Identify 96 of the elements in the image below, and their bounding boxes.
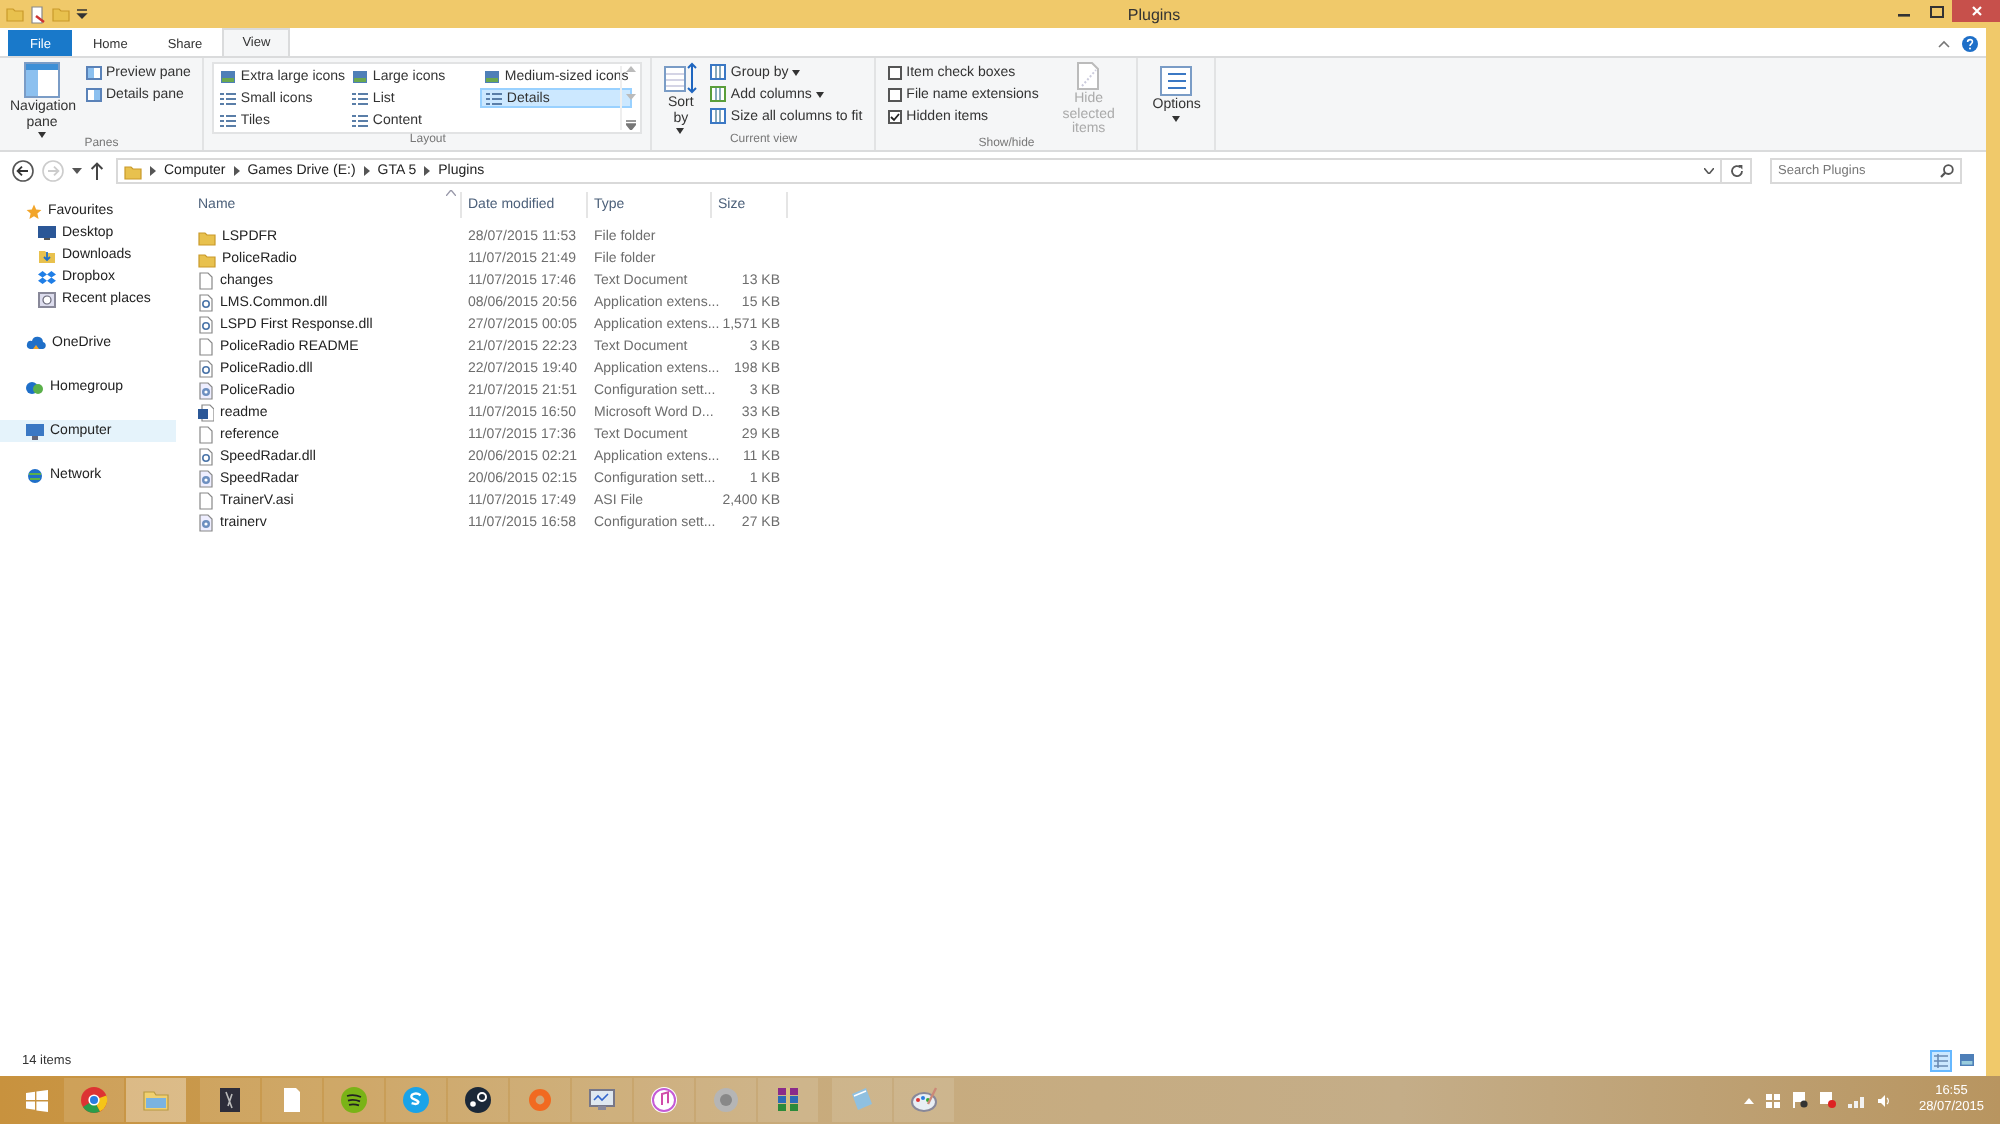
gear-document-icon: [198, 360, 214, 378]
windows-logo-icon: [25, 1089, 47, 1111]
caret-icon: [38, 132, 46, 139]
homegroup-icon: [26, 379, 44, 395]
close-icon: [1971, 6, 1981, 16]
music-note-icon: [650, 1086, 678, 1114]
taskbar-button[interactable]: [758, 1078, 818, 1122]
settings-file-icon: [198, 514, 214, 532]
search-icon: [1940, 164, 1954, 178]
details-view-icon: [1934, 1053, 1948, 1067]
downloads-folder-icon: [38, 247, 56, 263]
checkbox[interactable]: [888, 109, 903, 123]
window-title: Plugins: [1125, 5, 1183, 23]
computer-icon: [26, 423, 44, 439]
document-icon: [198, 426, 214, 444]
folder-icon: [124, 163, 142, 179]
blank-file-icon: [198, 492, 214, 510]
music-app-icon: [340, 1086, 368, 1114]
gear-document-icon: [198, 294, 214, 312]
speaker-icon: [712, 1086, 740, 1114]
caret-icon: [1172, 115, 1181, 122]
show-hidden-icons-icon[interactable]: [1744, 1097, 1755, 1103]
desktop-icon: [38, 226, 56, 240]
chevron-icon: [424, 166, 431, 176]
tiles-icon: [220, 113, 237, 127]
pane-layout-icon: [24, 62, 60, 98]
details-view-button[interactable]: [1930, 1049, 1952, 1071]
up-icon[interactable]: [90, 162, 104, 180]
thumbnail-icon: [352, 69, 369, 83]
caret-icon: [676, 128, 685, 135]
ring-app-icon: [526, 1086, 554, 1114]
volume-icon[interactable]: [1878, 1093, 1891, 1107]
checkbox[interactable]: [888, 87, 903, 101]
chat-app-icon: [402, 1086, 430, 1114]
collapse-ribbon-icon[interactable]: [1938, 39, 1950, 47]
checkbox[interactable]: [888, 65, 903, 79]
caret-icon: [792, 69, 801, 75]
star-icon: [26, 203, 42, 219]
columns-icon: [710, 86, 727, 102]
back-icon[interactable]: [12, 160, 34, 182]
fit-columns-icon: [710, 108, 727, 124]
dark-app-icon: [216, 1086, 244, 1114]
pane-icon: [86, 65, 102, 79]
chevron-icon: [363, 166, 370, 176]
cloud-icon: [26, 336, 46, 350]
recent-locations-icon[interactable]: [72, 168, 82, 174]
large-thumbnail-icon: [220, 69, 237, 83]
folder-icon: [6, 6, 24, 22]
close-button[interactable]: [1952, 0, 2000, 22]
game-store-icon: [464, 1086, 492, 1114]
chevron-icon: [150, 166, 156, 176]
hide-document-icon: [1076, 62, 1101, 90]
caret-icon: [815, 91, 824, 97]
options-icon: [1160, 66, 1193, 96]
paint-palette-icon: [910, 1086, 938, 1114]
monitor-icon: [588, 1086, 616, 1114]
small-icons-icon: [220, 91, 237, 105]
file-explorer-icon: [142, 1086, 170, 1114]
taskbar-button[interactable]: [200, 1078, 260, 1122]
taskbar-button[interactable]: [448, 1078, 508, 1122]
settings-file-icon: [198, 470, 214, 488]
expand-gallery-icon[interactable]: [625, 120, 636, 130]
document-icon: [198, 338, 214, 356]
list-icon: [352, 91, 369, 105]
large-icons-view-button[interactable]: [1956, 1049, 1978, 1071]
forward-icon: [42, 160, 64, 182]
settings-file-icon: [198, 382, 214, 400]
pane-icon: [86, 87, 102, 101]
network-icon: [26, 467, 44, 483]
maximize-icon: [1929, 5, 1943, 17]
dropbox-icon: [38, 269, 56, 285]
flag-icon[interactable]: [1792, 1092, 1809, 1108]
recent-places-icon: [38, 291, 56, 307]
chevron-icon: [233, 166, 240, 176]
blank-page-icon: [278, 1086, 306, 1114]
content-icon: [352, 113, 369, 127]
browser-icon: [80, 1086, 108, 1114]
archive-icon: [774, 1086, 802, 1114]
word-document-icon: [198, 404, 214, 422]
gear-document-icon: [198, 448, 214, 466]
sort-icon: [663, 62, 698, 94]
details-icon: [486, 91, 503, 105]
help-icon[interactable]: [1962, 35, 1978, 51]
gear-document-icon: [198, 316, 214, 334]
document-icon: [198, 272, 214, 290]
signal-icon[interactable]: [1848, 1093, 1867, 1107]
dropdown-icon[interactable]: [1704, 168, 1714, 174]
group-icon: [710, 64, 727, 80]
refresh-icon: [1729, 164, 1743, 178]
properties-icon[interactable]: [30, 5, 46, 23]
notepad-icon: [848, 1086, 876, 1114]
windows-logo-icon[interactable]: [1766, 1093, 1781, 1107]
caret-icon[interactable]: [76, 8, 88, 20]
large-icons-view-icon: [1960, 1054, 1974, 1066]
refresh-button[interactable]: [1720, 158, 1752, 184]
thumbnail-icon: [484, 69, 501, 83]
